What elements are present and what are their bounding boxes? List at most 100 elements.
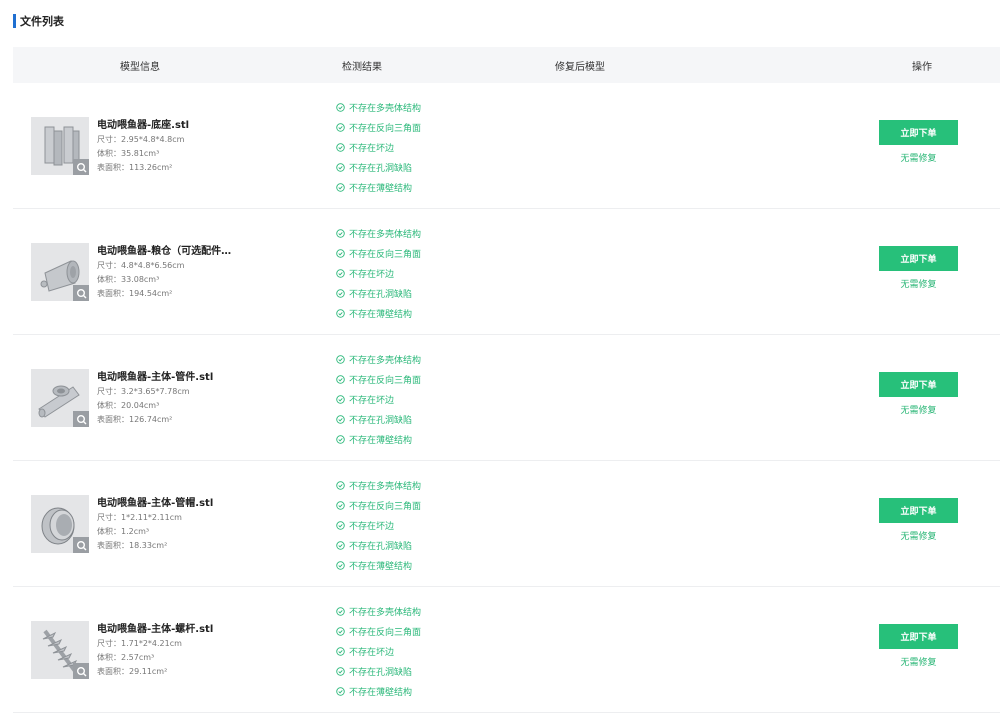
check-result-item: 不存在坏边 <box>336 263 421 283</box>
check-circle-icon <box>336 540 345 550</box>
title-accent-bar <box>13 14 16 28</box>
header-model-info: 模型信息 <box>120 62 160 73</box>
no-repair-needed-link[interactable]: 无需修复 <box>879 529 958 542</box>
model-surface-area: 表面积：18.33cm² <box>97 541 168 550</box>
check-result-item: 不存在反向三角面 <box>336 369 421 389</box>
zoom-icon[interactable] <box>73 285 89 301</box>
check-circle-icon <box>336 354 345 364</box>
table-row: 电动喂鱼器-底座.stl 尺寸：2.95*4.8*4.8cm 体积：35.81c… <box>13 83 1000 209</box>
model-volume: 体积：33.08cm³ <box>97 275 160 284</box>
order-now-button[interactable]: 立即下单 <box>879 498 958 523</box>
page-title: 文件列表 <box>20 15 64 28</box>
check-result-item: 不存在孔洞缺陷 <box>336 157 421 177</box>
check-circle-icon <box>336 248 345 258</box>
check-results: 不存在多壳体结构 不存在反向三角面 不存在坏边 不存在孔洞缺陷 不存在薄壁结构 <box>336 349 421 449</box>
check-result-label: 不存在反向三角面 <box>349 501 422 512</box>
file-name: 电动喂鱼器-主体-螺杆.stl <box>97 624 214 635</box>
check-result-item: 不存在反向三角面 <box>336 243 421 263</box>
check-result-label: 不存在多壳体结构 <box>349 481 422 492</box>
order-now-button[interactable]: 立即下单 <box>879 624 958 649</box>
check-circle-icon <box>336 228 345 238</box>
model-thumbnail[interactable] <box>31 495 89 553</box>
check-result-label: 不存在孔洞缺陷 <box>349 541 413 552</box>
check-result-item: 不存在薄壁结构 <box>336 429 421 449</box>
zoom-icon[interactable] <box>73 411 89 427</box>
check-circle-icon <box>336 394 345 404</box>
zoom-icon[interactable] <box>73 159 89 175</box>
check-result-item: 不存在孔洞缺陷 <box>336 283 421 303</box>
file-name: 电动喂鱼器-主体-管件.stl <box>97 372 214 383</box>
check-result-label: 不存在反向三角面 <box>349 627 422 638</box>
model-surface-area: 表面积：29.11cm² <box>97 667 168 676</box>
order-now-button[interactable]: 立即下单 <box>879 246 958 271</box>
file-name: 电动喂鱼器-粮仓（可选配件… <box>97 246 232 257</box>
check-result-label: 不存在孔洞缺陷 <box>349 163 413 174</box>
header-repaired-model: 修复后模型 <box>555 62 605 73</box>
check-result-label: 不存在反向三角面 <box>349 123 422 134</box>
no-repair-needed-link[interactable]: 无需修复 <box>879 151 958 164</box>
model-info: 电动喂鱼器-主体-管帽.stl 尺寸：1*2.11*2.11cm 体积：1.2c… <box>97 496 257 553</box>
check-result-item: 不存在孔洞缺陷 <box>336 535 421 555</box>
model-volume: 体积：2.57cm³ <box>97 653 155 662</box>
check-results: 不存在多壳体结构不存在反向三角面 不存在坏边 不存在孔洞缺陷不存在薄壁结构 <box>336 223 421 323</box>
check-circle-icon <box>336 434 345 444</box>
no-repair-needed-link[interactable]: 无需修复 <box>879 655 958 668</box>
zoom-icon[interactable] <box>73 663 89 679</box>
check-result-label: 不存在孔洞缺陷 <box>349 667 413 678</box>
model-volume: 体积：20.04cm³ <box>97 401 160 410</box>
model-size: 尺寸：4.8*4.8*6.56cm <box>97 261 185 270</box>
check-circle-icon <box>336 606 345 616</box>
no-repair-needed-link[interactable]: 无需修复 <box>879 277 958 290</box>
check-result-label: 不存在多壳体结构 <box>349 103 422 114</box>
zoom-icon[interactable] <box>73 537 89 553</box>
model-info: 电动喂鱼器-粮仓（可选配件… 尺寸：4.8*4.8*6.56cm 体积：33.0… <box>97 244 257 301</box>
check-result-item: 不存在薄壁结构 <box>336 555 421 575</box>
check-circle-icon <box>336 560 345 570</box>
check-circle-icon <box>336 308 345 318</box>
check-result-label: 不存在孔洞缺陷 <box>349 415 413 426</box>
table-row: 电动喂鱼器-主体-螺杆.stl 尺寸：1.71*2*4.21cm 体积：2.57… <box>13 587 1000 713</box>
check-circle-icon <box>336 288 345 298</box>
check-result-label: 不存在反向三角面 <box>349 375 422 386</box>
check-result-label: 不存在坏边 <box>349 521 395 532</box>
model-thumbnail[interactable] <box>31 621 89 679</box>
check-result-item: 不存在薄壁结构 <box>336 681 421 701</box>
check-result-item: 不存在孔洞缺陷 <box>336 661 421 681</box>
model-thumbnail[interactable] <box>31 243 89 301</box>
model-info: 电动喂鱼器-底座.stl 尺寸：2.95*4.8*4.8cm 体积：35.81c… <box>97 118 257 175</box>
check-circle-icon <box>336 646 345 656</box>
check-result-item: 不存在坏边 <box>336 137 421 157</box>
check-result-item: 不存在多壳体结构 <box>336 601 421 621</box>
check-circle-icon <box>336 414 345 424</box>
check-circle-icon <box>336 520 345 530</box>
check-result-item: 不存在反向三角面 <box>336 621 421 641</box>
check-result-item: 不存在坏边 <box>336 641 421 661</box>
check-circle-icon <box>336 102 345 112</box>
section-title: 文件列表 <box>13 13 64 29</box>
check-result-label: 不存在多壳体结构 <box>349 607 422 618</box>
check-result-label: 不存在多壳体结构 <box>349 355 422 366</box>
check-result-label: 不存在多壳体结构 <box>349 229 422 240</box>
check-circle-icon <box>336 666 345 676</box>
check-result-label: 不存在薄壁结构 <box>349 561 413 572</box>
check-result-label: 不存在薄壁结构 <box>349 435 413 446</box>
check-result-label: 不存在薄壁结构 <box>349 183 413 194</box>
model-size: 尺寸：3.2*3.65*7.78cm <box>97 387 190 396</box>
check-result-item: 不存在坏边 <box>336 515 421 535</box>
check-result-item: 不存在薄壁结构 <box>336 303 421 323</box>
model-thumbnail[interactable] <box>31 117 89 175</box>
header-check-result: 检测结果 <box>342 62 382 73</box>
check-circle-icon <box>336 182 345 192</box>
check-result-item: 不存在薄壁结构 <box>336 177 421 197</box>
table-row: 电动喂鱼器-主体-管件.stl 尺寸：3.2*3.65*7.78cm 体积：20… <box>13 335 1000 461</box>
model-surface-area: 表面积：113.26cm² <box>97 163 173 172</box>
model-thumbnail[interactable] <box>31 369 89 427</box>
no-repair-needed-link[interactable]: 无需修复 <box>879 403 958 416</box>
order-now-button[interactable]: 立即下单 <box>879 120 958 145</box>
model-surface-area: 表面积：126.74cm² <box>97 415 173 424</box>
check-results: 不存在多壳体结构 不存在反向三角面不存在坏边不存在孔洞缺陷不存在薄壁结构 <box>336 601 421 701</box>
check-result-label: 不存在薄壁结构 <box>349 309 413 320</box>
table-row: 电动喂鱼器-粮仓（可选配件… 尺寸：4.8*4.8*6.56cm 体积：33.0… <box>13 209 1000 335</box>
order-now-button[interactable]: 立即下单 <box>879 372 958 397</box>
header-operation: 操作 <box>912 62 932 73</box>
